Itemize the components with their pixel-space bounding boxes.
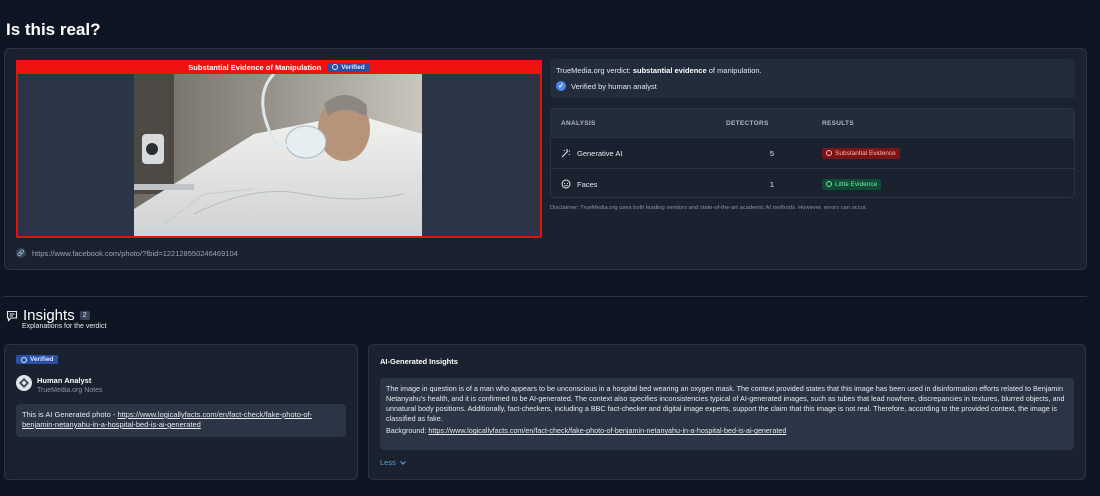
insights-subtitle: Explanations for the verdict bbox=[22, 323, 107, 330]
header-results: RESULTS bbox=[822, 119, 854, 127]
analysis-label: Faces bbox=[577, 179, 598, 189]
check-circle-icon bbox=[826, 181, 832, 187]
analyzed-photo[interactable] bbox=[134, 74, 422, 236]
truemedia-logo-icon bbox=[19, 378, 29, 388]
section-divider bbox=[4, 296, 1087, 297]
analysis-table: ANALYSIS DETECTORS RESULTS Generative AI… bbox=[550, 108, 1075, 198]
ai-insights-body: The image in question is of a man who ap… bbox=[380, 378, 1074, 450]
insights-header: Insights 2 bbox=[6, 307, 90, 324]
verified-check-icon: ✓ bbox=[556, 81, 566, 91]
check-circle-icon bbox=[332, 64, 339, 70]
verified-by-row: ✓ Verified by human analyst bbox=[556, 81, 1069, 91]
table-header: ANALYSIS DETECTORS RESULTS bbox=[551, 109, 1074, 137]
analysis-label: Generative AI bbox=[577, 148, 623, 158]
table-row[interactable]: Faces 1 Little Evidence bbox=[551, 168, 1074, 197]
insights-count: 2 bbox=[79, 311, 90, 320]
face-icon bbox=[561, 179, 571, 189]
header-analysis: ANALYSIS bbox=[561, 119, 596, 127]
link-icon: 🔗 bbox=[16, 248, 26, 258]
background-link[interactable]: https://www.logicallyfacts.com/en/fact-c… bbox=[428, 426, 786, 435]
ai-insights-title: AI-Generated Insights bbox=[380, 357, 458, 366]
verified-by-text: Verified by human analyst bbox=[571, 81, 657, 91]
generative-ai-icon bbox=[561, 149, 570, 158]
x-circle-icon bbox=[826, 150, 832, 156]
analyst-note: This is AI Generated photo - https://www… bbox=[16, 404, 346, 437]
analyst-name: Human Analyst bbox=[37, 376, 92, 385]
verdict-text: TrueMedia.org verdict: substantial evide… bbox=[556, 66, 762, 75]
analyst-source: TrueMedia.org Notes bbox=[37, 387, 103, 394]
header-detectors: DETECTORS bbox=[726, 119, 769, 127]
source-url[interactable]: https://www.facebook.com/photo/?fbid=122… bbox=[32, 249, 238, 258]
hospital-photo-illustration bbox=[134, 74, 422, 236]
result-badge-substantial: Substantial Evidence bbox=[822, 147, 900, 159]
disclaimer: Disclaimer: TrueMedia.org uses both lead… bbox=[550, 205, 868, 211]
insights-title: Insights bbox=[23, 307, 75, 324]
chevron-down-icon bbox=[399, 460, 406, 465]
table-row[interactable]: Generative AI 5 Substantial Evidence bbox=[551, 137, 1074, 168]
ai-insights-text: The image in question is of a man who ap… bbox=[386, 384, 1065, 423]
detector-count: 1 bbox=[769, 179, 774, 189]
analyst-verified-badge: Verified bbox=[16, 355, 59, 364]
less-toggle[interactable]: Less bbox=[380, 458, 407, 467]
comment-icon bbox=[6, 310, 18, 322]
verified-badge: Verified bbox=[327, 62, 370, 72]
detector-count: 5 bbox=[769, 148, 774, 158]
page-title: Is this real? bbox=[6, 20, 101, 39]
source-url-row[interactable]: 🔗 https://www.facebook.com/photo/?fbid=1… bbox=[16, 248, 238, 258]
analyst-avatar bbox=[16, 375, 32, 391]
result-badge-little: Little Evidence bbox=[822, 178, 882, 190]
manipulation-banner: Substantial Evidence of Manipulation Ver… bbox=[16, 60, 542, 74]
background-row: Background: https://www.logicallyfacts.c… bbox=[386, 426, 787, 435]
check-circle-icon bbox=[21, 356, 27, 363]
verdict-card: TrueMedia.org verdict: substantial evide… bbox=[550, 59, 1075, 98]
banner-text: Substantial Evidence of Manipulation bbox=[188, 62, 322, 72]
verdict-strong: substantial evidence bbox=[632, 66, 707, 75]
